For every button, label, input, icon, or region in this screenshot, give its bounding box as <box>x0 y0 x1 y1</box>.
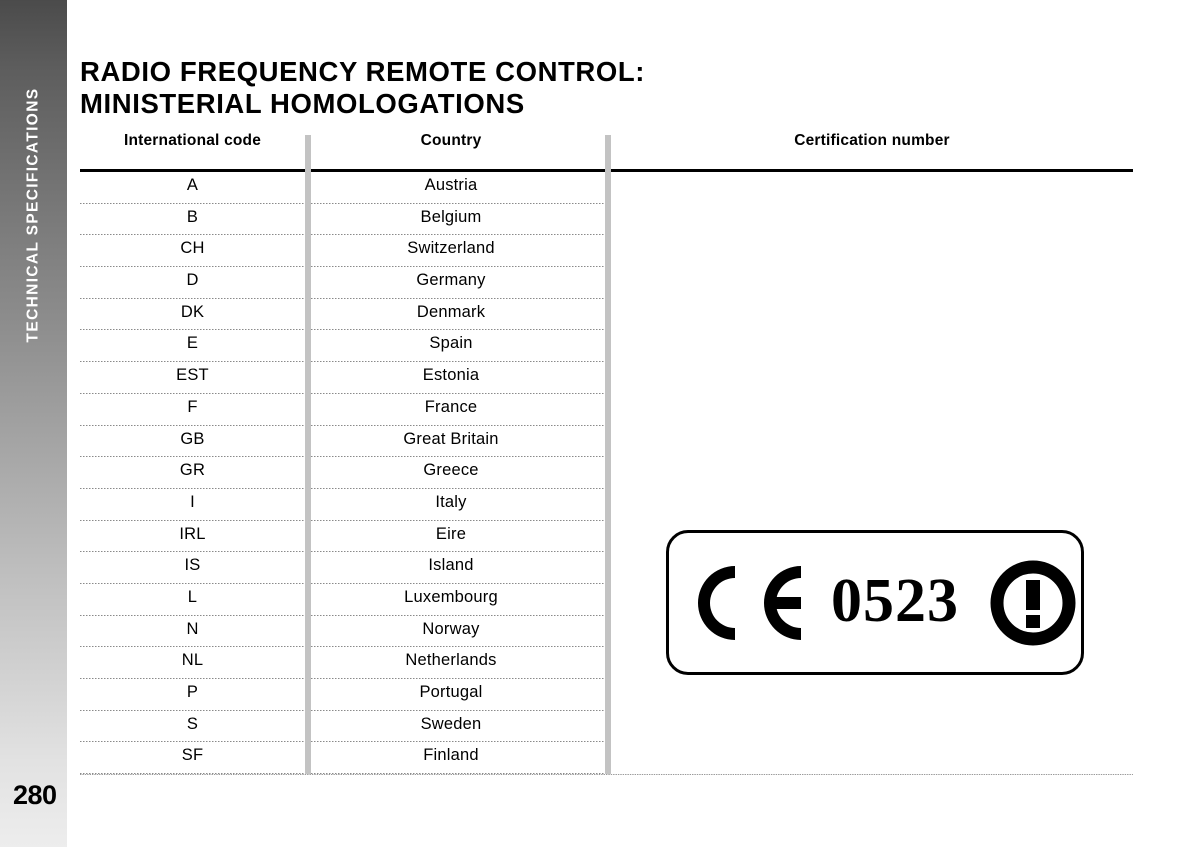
cell-international-code: EST <box>176 366 209 385</box>
cell-country: Germany <box>416 271 486 290</box>
cell-international-code: N <box>186 619 199 638</box>
page-content: RADIO FREQUENCY REMOTE CONTROL: MINISTER… <box>67 0 1200 847</box>
cell-international-code: D <box>186 271 199 290</box>
cell-country: Portugal <box>419 683 483 701</box>
cell-country: Austria <box>424 176 478 194</box>
cell-international-code: GB <box>180 429 205 448</box>
cell-country: Finland <box>423 746 479 765</box>
cell-country: Denmark <box>416 302 486 321</box>
cell-country: Switzerland <box>407 239 495 258</box>
ce-mark-icon <box>698 565 801 640</box>
ce-certification-badge: 0523 <box>666 530 1084 675</box>
cell-international-code: IS <box>184 556 201 575</box>
cell-country: Greece <box>423 461 479 480</box>
cell-international-code: CH <box>180 239 205 258</box>
manual-page: TECHNICAL SPECIFICATIONS 280 RADIO FREQU… <box>0 0 1200 847</box>
cell-country: Spain <box>429 334 473 353</box>
column-header-certification-number: Certification number <box>794 132 950 149</box>
page-title: RADIO FREQUENCY REMOTE CONTROL: MINISTER… <box>80 56 780 120</box>
section-label: TECHNICAL SPECIFICATIONS <box>24 87 42 343</box>
cell-international-code: DK <box>180 302 205 321</box>
cell-country: Eire <box>435 524 467 543</box>
cell-international-code: I <box>190 492 195 511</box>
page-title-line-1: RADIO FREQUENCY REMOTE CONTROL: <box>80 56 646 88</box>
column-header-country: Country <box>420 132 482 149</box>
cell-country: Norway <box>422 619 480 638</box>
cell-international-code: F <box>187 397 198 416</box>
cell-international-code: A <box>186 176 199 194</box>
page-title-line-2: MINISTERIAL HOMOLOGATIONS <box>80 88 525 120</box>
notified-body-number: 0523 <box>831 566 959 635</box>
cell-international-code: P <box>186 683 199 701</box>
cell-country: Estonia <box>422 366 480 385</box>
cell-country: Belgium <box>420 207 482 226</box>
column-header-international-code: International code <box>123 132 262 149</box>
cell-country: Italy <box>435 492 467 511</box>
cell-international-code: E <box>186 334 199 353</box>
cell-international-code: IRL <box>179 524 206 543</box>
cell-international-code: B <box>186 207 199 226</box>
column-separator-1 <box>305 135 311 775</box>
ce-badge-contents: 0523 <box>669 533 1081 672</box>
section-label-container: TECHNICAL SPECIFICATIONS <box>0 0 67 430</box>
cell-country: Netherlands <box>405 651 497 670</box>
cell-international-code: GR <box>179 461 206 480</box>
page-number: 280 <box>13 780 57 810</box>
cell-country: Island <box>428 556 474 575</box>
cell-international-code: L <box>187 587 198 606</box>
cell-country: Great Britain <box>403 429 499 448</box>
cell-country: France <box>424 397 478 416</box>
cell-international-code: NL <box>181 651 204 670</box>
column-separator-2 <box>605 135 611 775</box>
section-tab-sidebar: TECHNICAL SPECIFICATIONS 280 <box>0 0 67 847</box>
table-bottom-rule <box>80 774 1133 776</box>
homologations-table: International code Country Certification… <box>80 132 1133 776</box>
cell-country: Sweden <box>420 714 482 733</box>
alert-exclamation-circle-icon <box>990 560 1076 645</box>
cell-international-code: SF <box>181 746 204 765</box>
cell-country: Luxembourg <box>404 587 498 606</box>
cell-international-code: S <box>186 714 199 733</box>
